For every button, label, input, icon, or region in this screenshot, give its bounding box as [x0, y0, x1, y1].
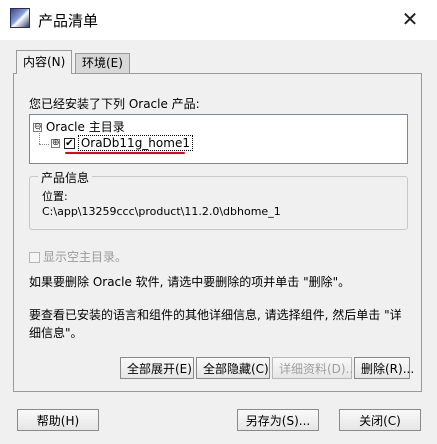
installed-products-label: 您已经安装了下列 Oracle 产品:	[29, 97, 200, 111]
close-icon[interactable]: ✕	[399, 8, 421, 30]
show-empty-homes-label: 显示空主目录。	[43, 250, 128, 264]
details-button: 详细资料(D)...	[272, 357, 357, 379]
product-info-title: 产品信息	[38, 169, 93, 186]
expand-icon[interactable]: ⊕	[51, 139, 60, 148]
tab-panel: 您已经安装了下列 Oracle 产品: ⊖ Oracle 主目录 ⊕ ✔ OraD…	[13, 73, 422, 392]
tree-connector	[39, 129, 40, 144]
tab-contents[interactable]: 内容(N)	[16, 50, 73, 74]
show-empty-homes-option: 显示空主目录。	[29, 248, 127, 265]
close-button[interactable]: 关闭(C)	[339, 409, 421, 431]
delete-help-text: 如果要删除 Oracle 软件, 请选中要删除的项并单击 "删除"。	[29, 275, 351, 289]
expand-all-button[interactable]: 全部展开(E)	[120, 357, 194, 379]
help-button[interactable]: 帮助(H)	[17, 409, 99, 431]
location-path: C:\app\13259ccc\product\11.2.0\dbhome_1	[42, 205, 281, 218]
collapse-all-button[interactable]: 全部隐藏(C)	[196, 357, 270, 379]
app-icon	[10, 8, 30, 28]
tree-root-row[interactable]: ⊖ Oracle 主目录	[33, 118, 125, 135]
delete-button[interactable]: 删除(R)...	[354, 357, 414, 379]
window-title: 产品清单	[38, 12, 99, 30]
product-info-group: 产品信息 位置: C:\app\13259ccc\product\11.2.0\…	[29, 169, 408, 230]
tab-environment[interactable]: 环境(E)	[75, 53, 130, 73]
title-bar: 产品清单 ✕	[0, 0, 437, 40]
location-label: 位置:	[42, 190, 68, 203]
details-help-text: 要查看已安装的语言和组件的其他详细信息, 请选择组件, 然后单击 "详细信息"。	[29, 308, 402, 340]
product-tree[interactable]: ⊖ Oracle 主目录 ⊕ ✔ OraDb11g_home1	[29, 114, 408, 164]
oracle-home-label[interactable]: OraDb11g_home1	[77, 135, 193, 151]
tree-root-label: Oracle 主目录	[45, 120, 125, 134]
dialog-client: 内容(N) 环境(E) 您已经安装了下列 Oracle 产品: ⊖ Oracle…	[0, 40, 437, 444]
show-empty-homes-checkbox	[29, 252, 40, 263]
tree-connector	[39, 144, 49, 145]
save-as-button[interactable]: 另存为(S)...	[237, 409, 319, 431]
collapse-icon[interactable]: ⊖	[33, 123, 42, 132]
red-underline-annotation	[65, 152, 185, 154]
tree-child-row[interactable]: ⊕ ✔ OraDb11g_home1	[51, 135, 193, 151]
product-checkbox[interactable]: ✔	[63, 138, 75, 149]
